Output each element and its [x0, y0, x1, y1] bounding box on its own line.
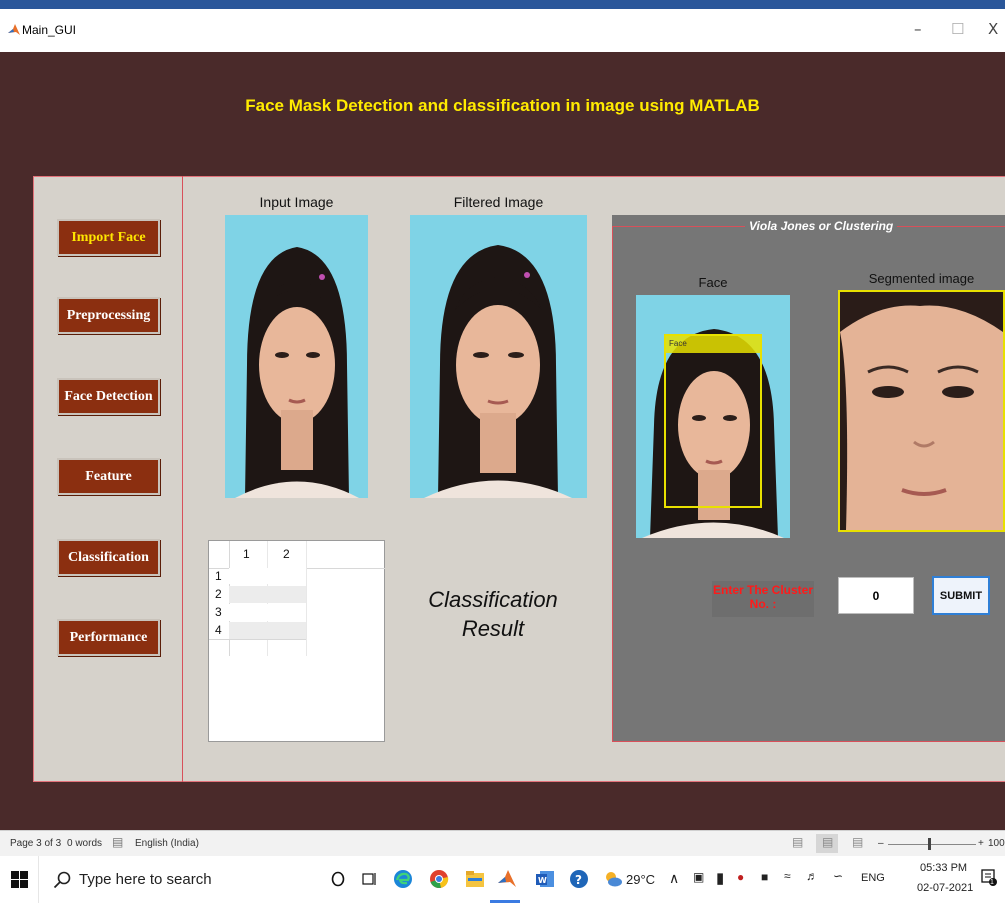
windows-start-icon[interactable]	[11, 871, 28, 888]
table-col-divider	[306, 541, 307, 656]
face-detection-button[interactable]: Face Detection	[57, 378, 160, 415]
word-taskbar-icon[interactable]: W	[534, 868, 556, 890]
pen-icon[interactable]: ∽	[833, 869, 843, 883]
face-detection-label: Face Detection	[64, 388, 153, 404]
window-title-bar: Main_GUI – ☐ X	[0, 9, 1005, 52]
usb-icon[interactable]: ▮	[716, 869, 724, 887]
matlab-taskbar-icon[interactable]	[496, 868, 518, 890]
table-row-header: 1	[215, 569, 222, 583]
web-layout-icon[interactable]: ▤	[852, 835, 863, 849]
svg-text:W: W	[538, 876, 547, 885]
app-title: Face Mask Detection and classification i…	[245, 96, 760, 115]
zoom-in-icon[interactable]: +	[978, 838, 984, 849]
wifi-icon[interactable]: ≈	[784, 869, 791, 883]
cluster-label-line-2: No. :	[749, 597, 777, 611]
task-view-icon[interactable]	[358, 868, 380, 890]
segmented-image-label: Segmented image	[868, 271, 975, 286]
cluster-label-line-1: Enter The Cluster	[712, 583, 814, 597]
table-bottom-line	[209, 639, 306, 640]
language-indicator-taskbar[interactable]: ENG	[861, 872, 885, 884]
classification-label: Classification	[68, 549, 149, 565]
close-button[interactable]: X	[988, 20, 998, 38]
language-indicator[interactable]: English (India)	[135, 838, 199, 849]
zoom-out-icon[interactable]: –	[878, 838, 884, 849]
meet-now-icon[interactable]: ▣	[693, 870, 704, 884]
segmented-image	[838, 290, 1005, 532]
svg-text:?: ?	[575, 873, 582, 887]
input-image	[225, 215, 368, 498]
windows-taskbar: Type here to search W ? 29°C ∧ ▣ ▮ ● ■ ≈…	[0, 856, 1005, 903]
input-image-label: Input Image	[259, 194, 334, 210]
print-layout-glyph: ▤	[822, 835, 834, 849]
window-title: Main_GUI	[22, 23, 77, 37]
preprocessing-label: Preprocessing	[66, 307, 151, 323]
submit-button[interactable]: SUBMIT	[932, 576, 990, 615]
zoom-level[interactable]: 100%	[988, 838, 1005, 849]
word-title-strip	[0, 0, 1005, 9]
result-line-1: Classification	[428, 587, 558, 612]
weather-temperature[interactable]: 29°C	[626, 872, 655, 887]
notification-icon[interactable]	[981, 869, 997, 887]
file-explorer-icon[interactable]	[464, 868, 486, 890]
face-box-label: Face	[669, 339, 687, 348]
help-icon[interactable]: ?	[568, 868, 590, 890]
search-placeholder: Type here to search	[79, 871, 212, 888]
classification-button[interactable]: Classification	[57, 539, 160, 576]
table-row[interactable]	[229, 604, 306, 621]
cluster-number-input[interactable]: 0	[838, 577, 914, 614]
table-row[interactable]	[229, 586, 306, 603]
table-row[interactable]	[229, 622, 306, 639]
page-count[interactable]: Page 3 of 3	[10, 838, 61, 849]
minimize-button[interactable]: –	[914, 20, 922, 38]
search-icon	[53, 871, 71, 889]
volume-icon[interactable]: ♬	[806, 869, 818, 883]
zoom-slider-thumb[interactable]	[928, 838, 931, 850]
result-line-2: Result	[461, 616, 525, 641]
table-row-header: 3	[215, 605, 222, 619]
sidebar-divider	[182, 176, 183, 782]
face-detection-image: Face	[636, 295, 790, 538]
results-table[interactable]: 1 2 1 2 3 4	[208, 540, 385, 742]
table-row-header: 2	[215, 587, 222, 601]
table-col-header: 1	[243, 547, 250, 561]
table-col-header: 2	[283, 547, 290, 561]
cortana-icon[interactable]	[327, 868, 349, 890]
filtered-image	[410, 215, 587, 498]
performance-label: Performance	[69, 629, 148, 645]
word-count[interactable]: 0 words	[67, 838, 102, 849]
feature-label: Feature	[85, 468, 132, 484]
chrome-browser-icon[interactable]	[428, 868, 450, 890]
cluster-number-label: Enter The Cluster No. :	[712, 581, 814, 617]
table-row[interactable]	[229, 568, 306, 584]
clock-date[interactable]: 02-07-2021	[917, 882, 973, 894]
import-face-button[interactable]: Import Face	[57, 219, 160, 256]
feature-button[interactable]: Feature	[57, 458, 160, 495]
zoom-slider[interactable]	[888, 844, 976, 845]
read-mode-icon[interactable]: ▤	[792, 835, 803, 849]
table-header-row	[209, 541, 385, 569]
edge-browser-icon[interactable]	[392, 868, 414, 890]
battery-icon[interactable]: ■	[761, 870, 768, 884]
performance-button[interactable]: Performance	[57, 619, 160, 656]
filtered-image-label: Filtered Image	[453, 194, 544, 210]
import-face-label: Import Face	[71, 229, 146, 245]
matlab-logo-icon	[8, 24, 20, 35]
maximize-button[interactable]: ☐	[951, 20, 964, 38]
preprocessing-button[interactable]: Preprocessing	[57, 297, 160, 334]
tray-expand-icon[interactable]: ∧	[669, 870, 679, 887]
notification-count: 1	[990, 879, 994, 886]
face-image-label: Face	[698, 275, 728, 290]
weather-icon[interactable]	[602, 868, 624, 890]
word-status-bar: Page 3 of 3 0 words ▤ English (India) ▤ …	[0, 830, 1005, 856]
clock-time[interactable]: 05:33 PM	[920, 862, 967, 874]
viola-jones-title: Viola Jones or Clustering	[745, 219, 898, 233]
security-icon[interactable]: ●	[737, 870, 744, 884]
taskbar-search-box[interactable]: Type here to search	[38, 856, 307, 903]
table-row-header: 4	[215, 623, 222, 637]
proofing-icon[interactable]: ▤	[112, 835, 123, 849]
classification-result-text: Classification Result	[400, 585, 586, 643]
